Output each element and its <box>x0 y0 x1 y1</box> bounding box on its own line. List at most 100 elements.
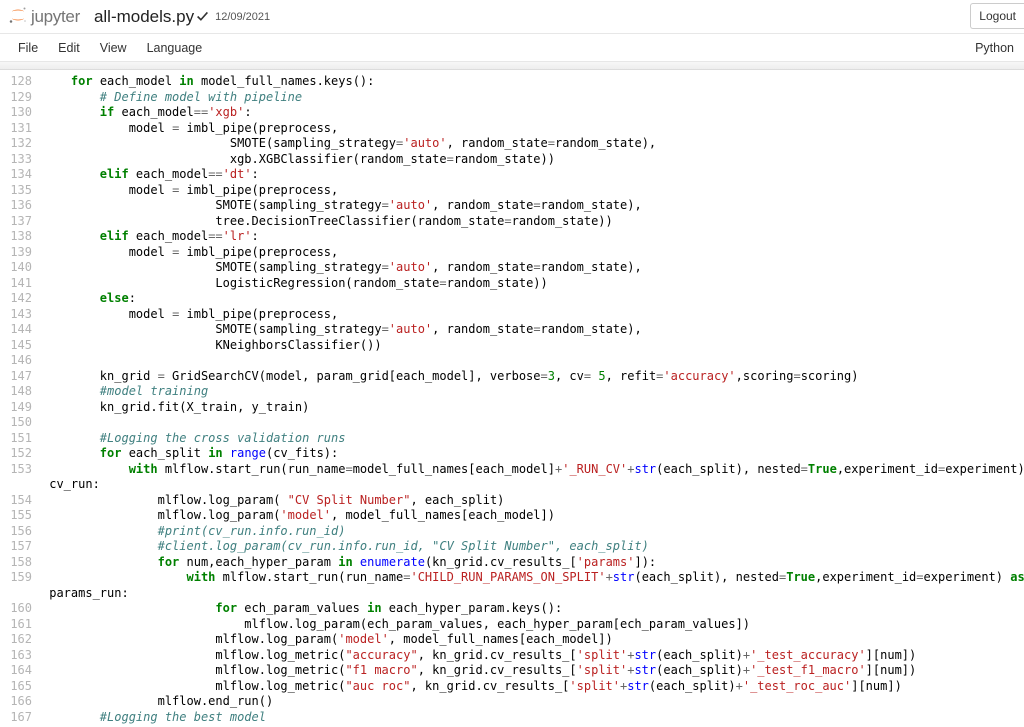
code-line-wrap[interactable]: cv_run: <box>42 477 1024 493</box>
line-number: 147 <box>0 369 32 385</box>
line-number: 132 <box>0 136 32 152</box>
code-line[interactable]: xgb.XGBClassifier(random_state=random_st… <box>42 152 1024 168</box>
code-line[interactable]: mlflow.log_metric("auc roc", kn_grid.cv_… <box>42 679 1024 695</box>
line-number: 144 <box>0 322 32 338</box>
code-line[interactable]: for each_split in range(cv_fits): <box>42 446 1024 462</box>
code-line[interactable]: for each_model in model_full_names.keys(… <box>42 74 1024 90</box>
line-number: 153 <box>0 462 32 478</box>
kernel-indicator[interactable]: Python <box>975 41 1016 55</box>
last-saved-timestamp: 12/09/2021 <box>215 11 270 23</box>
menu-view[interactable]: View <box>90 37 137 59</box>
line-number: 133 <box>0 152 32 168</box>
line-number: 157 <box>0 539 32 555</box>
line-number: 136 <box>0 198 32 214</box>
code-line[interactable]: model = imbl_pipe(preprocess, <box>42 121 1024 137</box>
code-line[interactable]: SMOTE(sampling_strategy='auto', random_s… <box>42 136 1024 152</box>
code-line[interactable]: mlflow.log_param( "CV Split Number", eac… <box>42 493 1024 509</box>
code-line[interactable]: #print(cv_run.info.run_id) <box>42 524 1024 540</box>
line-number: 161 <box>0 617 32 633</box>
menu-file[interactable]: File <box>8 37 48 59</box>
line-number: 163 <box>0 648 32 664</box>
line-number: 148 <box>0 384 32 400</box>
line-number: 139 <box>0 245 32 261</box>
code-line[interactable]: elif each_model=='lr': <box>42 229 1024 245</box>
menu-language[interactable]: Language <box>137 37 213 59</box>
code-line[interactable]: mlflow.log_param('model', model_full_nam… <box>42 632 1024 648</box>
line-number: 128 <box>0 74 32 90</box>
line-number: 149 <box>0 400 32 416</box>
code-line[interactable]: elif each_model=='dt': <box>42 167 1024 183</box>
line-number: 145 <box>0 338 32 354</box>
line-number-gutter: 1281291301311321331341351361371381391401… <box>0 70 38 727</box>
line-number: 166 <box>0 694 32 710</box>
code-line[interactable]: kn_grid.fit(X_train, y_train) <box>42 400 1024 416</box>
code-line[interactable]: #client.log_param(cv_run.info.run_id, "C… <box>42 539 1024 555</box>
logout-button[interactable]: Logout <box>970 3 1024 29</box>
line-number: 160 <box>0 601 32 617</box>
code-line[interactable]: model = imbl_pipe(preprocess, <box>42 307 1024 323</box>
code-line[interactable]: for ech_param_values in each_hyper_param… <box>42 601 1024 617</box>
menu-edit[interactable]: Edit <box>48 37 90 59</box>
code-line[interactable]: LogisticRegression(random_state=random_s… <box>42 276 1024 292</box>
line-number: 146 <box>0 353 32 369</box>
code-line-wrap[interactable]: params_run: <box>42 586 1024 602</box>
menu-bar: FileEditViewLanguage Python <box>0 34 1024 62</box>
code-line[interactable]: if each_model=='xgb': <box>42 105 1024 121</box>
line-number: 152 <box>0 446 32 462</box>
line-number: 135 <box>0 183 32 199</box>
toolbar-strip <box>0 62 1024 70</box>
line-number: 129 <box>0 90 32 106</box>
line-number: 162 <box>0 632 32 648</box>
line-number: 140 <box>0 260 32 276</box>
line-number: 158 <box>0 555 32 571</box>
line-number: 151 <box>0 431 32 447</box>
jupyter-logo-icon <box>8 5 28 28</box>
code-line[interactable]: model = imbl_pipe(preprocess, <box>42 245 1024 261</box>
line-number: 150 <box>0 415 32 431</box>
code-line[interactable]: mlflow.end_run() <box>42 694 1024 710</box>
line-number: 143 <box>0 307 32 323</box>
code-line[interactable]: #Logging the best model <box>42 710 1024 726</box>
notebook-header: jupyter all-models.py 12/09/2021 Logout <box>0 0 1024 34</box>
line-number: 164 <box>0 663 32 679</box>
code-content[interactable]: for each_model in model_full_names.keys(… <box>38 70 1024 727</box>
line-number: 138 <box>0 229 32 245</box>
saved-check-icon <box>196 10 209 23</box>
line-number-wrap <box>0 477 32 493</box>
code-line[interactable]: with mlflow.start_run(run_name=model_ful… <box>42 462 1024 478</box>
jupyter-logo-text: jupyter <box>31 7 80 27</box>
line-number: 134 <box>0 167 32 183</box>
code-line[interactable]: else: <box>42 291 1024 307</box>
code-line[interactable]: mlflow.log_param(ech_param_values, each_… <box>42 617 1024 633</box>
line-number: 159 <box>0 570 32 586</box>
notebook-filename[interactable]: all-models.py <box>94 7 194 27</box>
code-line[interactable]: SMOTE(sampling_strategy='auto', random_s… <box>42 322 1024 338</box>
code-line[interactable]: model = imbl_pipe(preprocess, <box>42 183 1024 199</box>
line-number: 167 <box>0 710 32 726</box>
line-number: 155 <box>0 508 32 524</box>
code-line[interactable]: # Define model with pipeline <box>42 90 1024 106</box>
line-number: 156 <box>0 524 32 540</box>
code-line[interactable] <box>42 353 1024 369</box>
line-number: 137 <box>0 214 32 230</box>
code-line[interactable]: #Logging the cross validation runs <box>42 431 1024 447</box>
line-number: 165 <box>0 679 32 695</box>
code-line[interactable]: with mlflow.start_run(run_name='CHILD_RU… <box>42 570 1024 586</box>
code-line[interactable]: SMOTE(sampling_strategy='auto', random_s… <box>42 260 1024 276</box>
code-line[interactable]: KNeighborsClassifier()) <box>42 338 1024 354</box>
code-line[interactable]: SMOTE(sampling_strategy='auto', random_s… <box>42 198 1024 214</box>
code-line[interactable]: tree.DecisionTreeClassifier(random_state… <box>42 214 1024 230</box>
code-line[interactable] <box>42 415 1024 431</box>
jupyter-logo[interactable]: jupyter <box>8 5 80 28</box>
code-line[interactable]: for num,each_hyper_param in enumerate(kn… <box>42 555 1024 571</box>
code-editor[interactable]: 1281291301311321331341351361371381391401… <box>0 70 1024 727</box>
line-number: 141 <box>0 276 32 292</box>
line-number: 131 <box>0 121 32 137</box>
code-line[interactable]: mlflow.log_param('model', model_full_nam… <box>42 508 1024 524</box>
code-line[interactable]: mlflow.log_metric("accuracy", kn_grid.cv… <box>42 648 1024 664</box>
code-line[interactable]: kn_grid = GridSearchCV(model, param_grid… <box>42 369 1024 385</box>
line-number: 142 <box>0 291 32 307</box>
code-line[interactable]: mlflow.log_metric("f1 macro", kn_grid.cv… <box>42 663 1024 679</box>
code-line[interactable]: #model training <box>42 384 1024 400</box>
line-number-wrap <box>0 586 32 602</box>
